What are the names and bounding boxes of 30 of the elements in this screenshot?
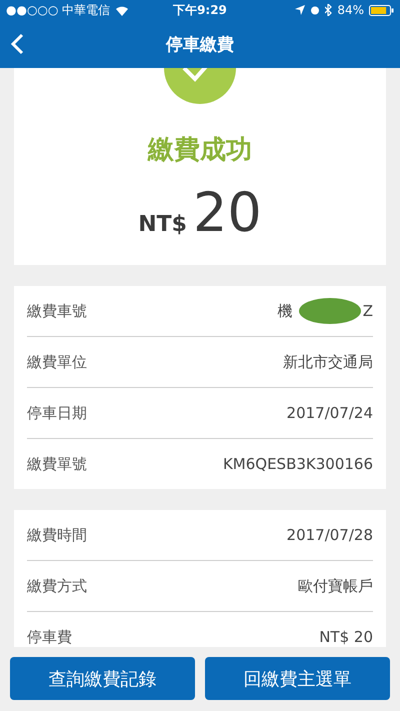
- row-label: 繳費車號: [27, 302, 87, 320]
- row-value: Z: [362, 302, 373, 320]
- battery-icon: [368, 4, 394, 16]
- row-value: 歐付寶帳戶: [298, 576, 373, 596]
- currency-text: NT$: [138, 212, 187, 237]
- row-value: 新北市交通局: [283, 352, 373, 372]
- row-label: 停車日期: [27, 404, 87, 422]
- carrier-text: ●●○○○ 中華電信: [6, 2, 110, 18]
- alarm-icon: [310, 5, 320, 15]
- row-label: 繳費時間: [27, 526, 87, 544]
- row-value: 機: [278, 302, 293, 320]
- row-value: KM6QESB3K300166: [222, 455, 373, 473]
- wifi-icon: [115, 4, 130, 16]
- bluetooth-icon: [325, 4, 332, 16]
- amount-text: 20: [193, 181, 262, 244]
- clock-text: 下午9:29: [173, 2, 227, 18]
- row-value: NT$ 20: [319, 628, 373, 646]
- row-value: 2017/07/28: [286, 526, 373, 544]
- row-value: 2017/07/24: [286, 404, 373, 422]
- row-label: 繳費單位: [27, 352, 87, 372]
- location-icon: [295, 5, 306, 15]
- action-button[interactable]: 回繳費主選單: [205, 657, 390, 700]
- row-label: 停車費: [27, 628, 72, 646]
- back-icon[interactable]: [10, 33, 24, 55]
- page-title: 停車繳費: [166, 34, 234, 56]
- success-text: 繳費成功: [148, 134, 252, 167]
- action-button[interactable]: 查詢繳費記錄: [10, 657, 195, 700]
- row-label: 繳費方式: [27, 576, 87, 596]
- row-label: 繳費單號: [27, 454, 87, 474]
- battery-percent: 84%: [337, 3, 364, 17]
